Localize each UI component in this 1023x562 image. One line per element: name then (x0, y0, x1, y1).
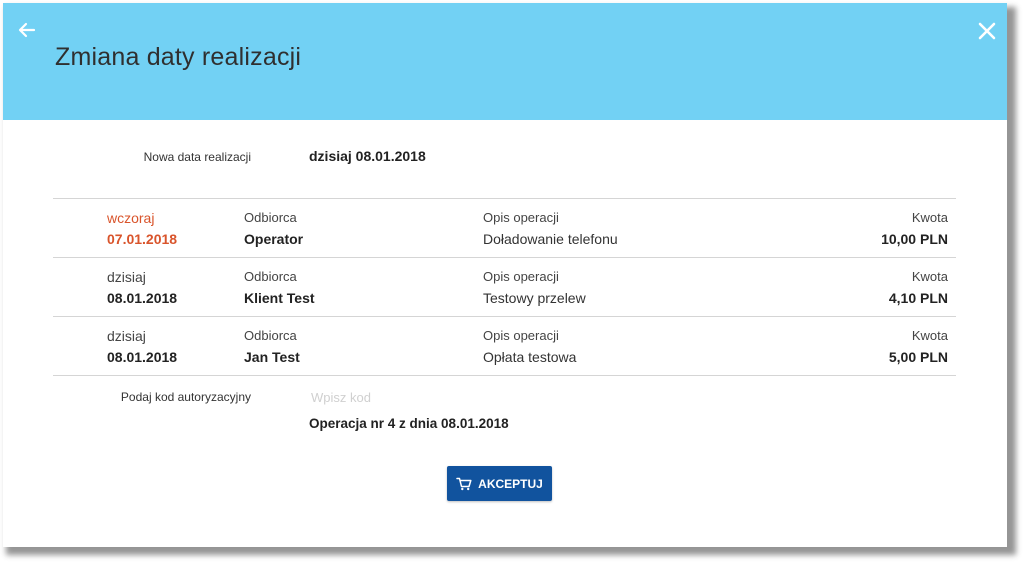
accept-button[interactable]: AKCEPTUJ (447, 466, 552, 501)
operation-amount: Kwota 5,00 PLN (889, 328, 948, 366)
amount-value: 4,10 PLN (888, 290, 948, 306)
operation-row: wczoraj 07.01.2018 Odbiorca Operator Opi… (53, 199, 956, 258)
dialog-title: Zmiana daty realizacji (55, 43, 302, 71)
cart-icon (456, 477, 472, 490)
operation-recipient: Odbiorca Jan Test (244, 328, 300, 366)
description-label: Opis operacji (483, 269, 559, 284)
amount-label: Kwota (911, 269, 948, 284)
auth-code-label: Podaj kod autoryzacyjny (120, 390, 251, 404)
operation-date: dzisiaj 08.01.2018 (107, 328, 177, 366)
operation-day: wczoraj (107, 210, 155, 226)
operation-recipient: Odbiorca Klient Test (244, 269, 315, 307)
recipient-label: Odbiorca (244, 269, 297, 284)
operation-date: wczoraj 07.01.2018 (107, 210, 177, 248)
operation-row: dzisiaj 08.01.2018 Odbiorca Jan Test Opi… (53, 317, 956, 376)
recipient-value: Operator (244, 231, 304, 247)
operation-row: dzisiaj 08.01.2018 Odbiorca Klient Test … (53, 258, 956, 317)
amount-value: 10,00 PLN (881, 231, 948, 247)
operation-amount: Kwota 4,10 PLN (889, 269, 948, 307)
arrow-left-icon (18, 22, 36, 38)
dialog-header: Zmiana daty realizacji (3, 3, 1007, 120)
operation-recipient: Odbiorca Operator (244, 210, 303, 248)
amount-value: 5,00 PLN (888, 349, 948, 365)
accept-button-label: AKCEPTUJ (478, 476, 543, 491)
description-label: Opis operacji (483, 210, 559, 225)
operation-description: Opis operacji Testowy przelew (483, 269, 586, 307)
new-date-value: dzisiaj 08.01.2018 (309, 148, 426, 164)
operation-description: Opis operacji Opłata testowa (483, 328, 576, 366)
close-icon (978, 22, 996, 40)
operation-date-value: 08.01.2018 (107, 349, 178, 365)
close-button[interactable] (975, 19, 999, 43)
operation-amount: Kwota 10,00 PLN (881, 210, 948, 248)
recipient-label: Odbiorca (244, 328, 297, 343)
recipient-value: Klient Test (244, 290, 315, 306)
operation-info: Operacja nr 4 z dnia 08.01.2018 (309, 416, 509, 431)
description-value: Doładowanie telefonu (483, 231, 618, 247)
description-value: Testowy przelew (483, 290, 586, 306)
operation-day: dzisiaj (107, 328, 146, 344)
operation-date-value: 07.01.2018 (107, 231, 178, 247)
recipient-value: Jan Test (244, 349, 300, 365)
auth-code-input[interactable] (309, 388, 613, 406)
recipient-label: Odbiorca (244, 210, 297, 225)
description-value: Opłata testowa (483, 349, 577, 365)
operation-description: Opis operacji Doładowanie telefonu (483, 210, 618, 248)
operation-date-value: 08.01.2018 (107, 290, 178, 306)
operations-list: wczoraj 07.01.2018 Odbiorca Operator Opi… (53, 198, 956, 376)
change-date-dialog: Zmiana daty realizacji Nowa data realiza… (3, 3, 1007, 547)
operation-date: dzisiaj 08.01.2018 (107, 269, 177, 307)
back-button[interactable] (16, 19, 38, 41)
description-label: Opis operacji (483, 328, 559, 343)
amount-label: Kwota (911, 328, 948, 343)
amount-label: Kwota (911, 210, 948, 225)
new-date-label: Nowa data realizacji (143, 150, 251, 164)
operation-day: dzisiaj (107, 269, 146, 285)
